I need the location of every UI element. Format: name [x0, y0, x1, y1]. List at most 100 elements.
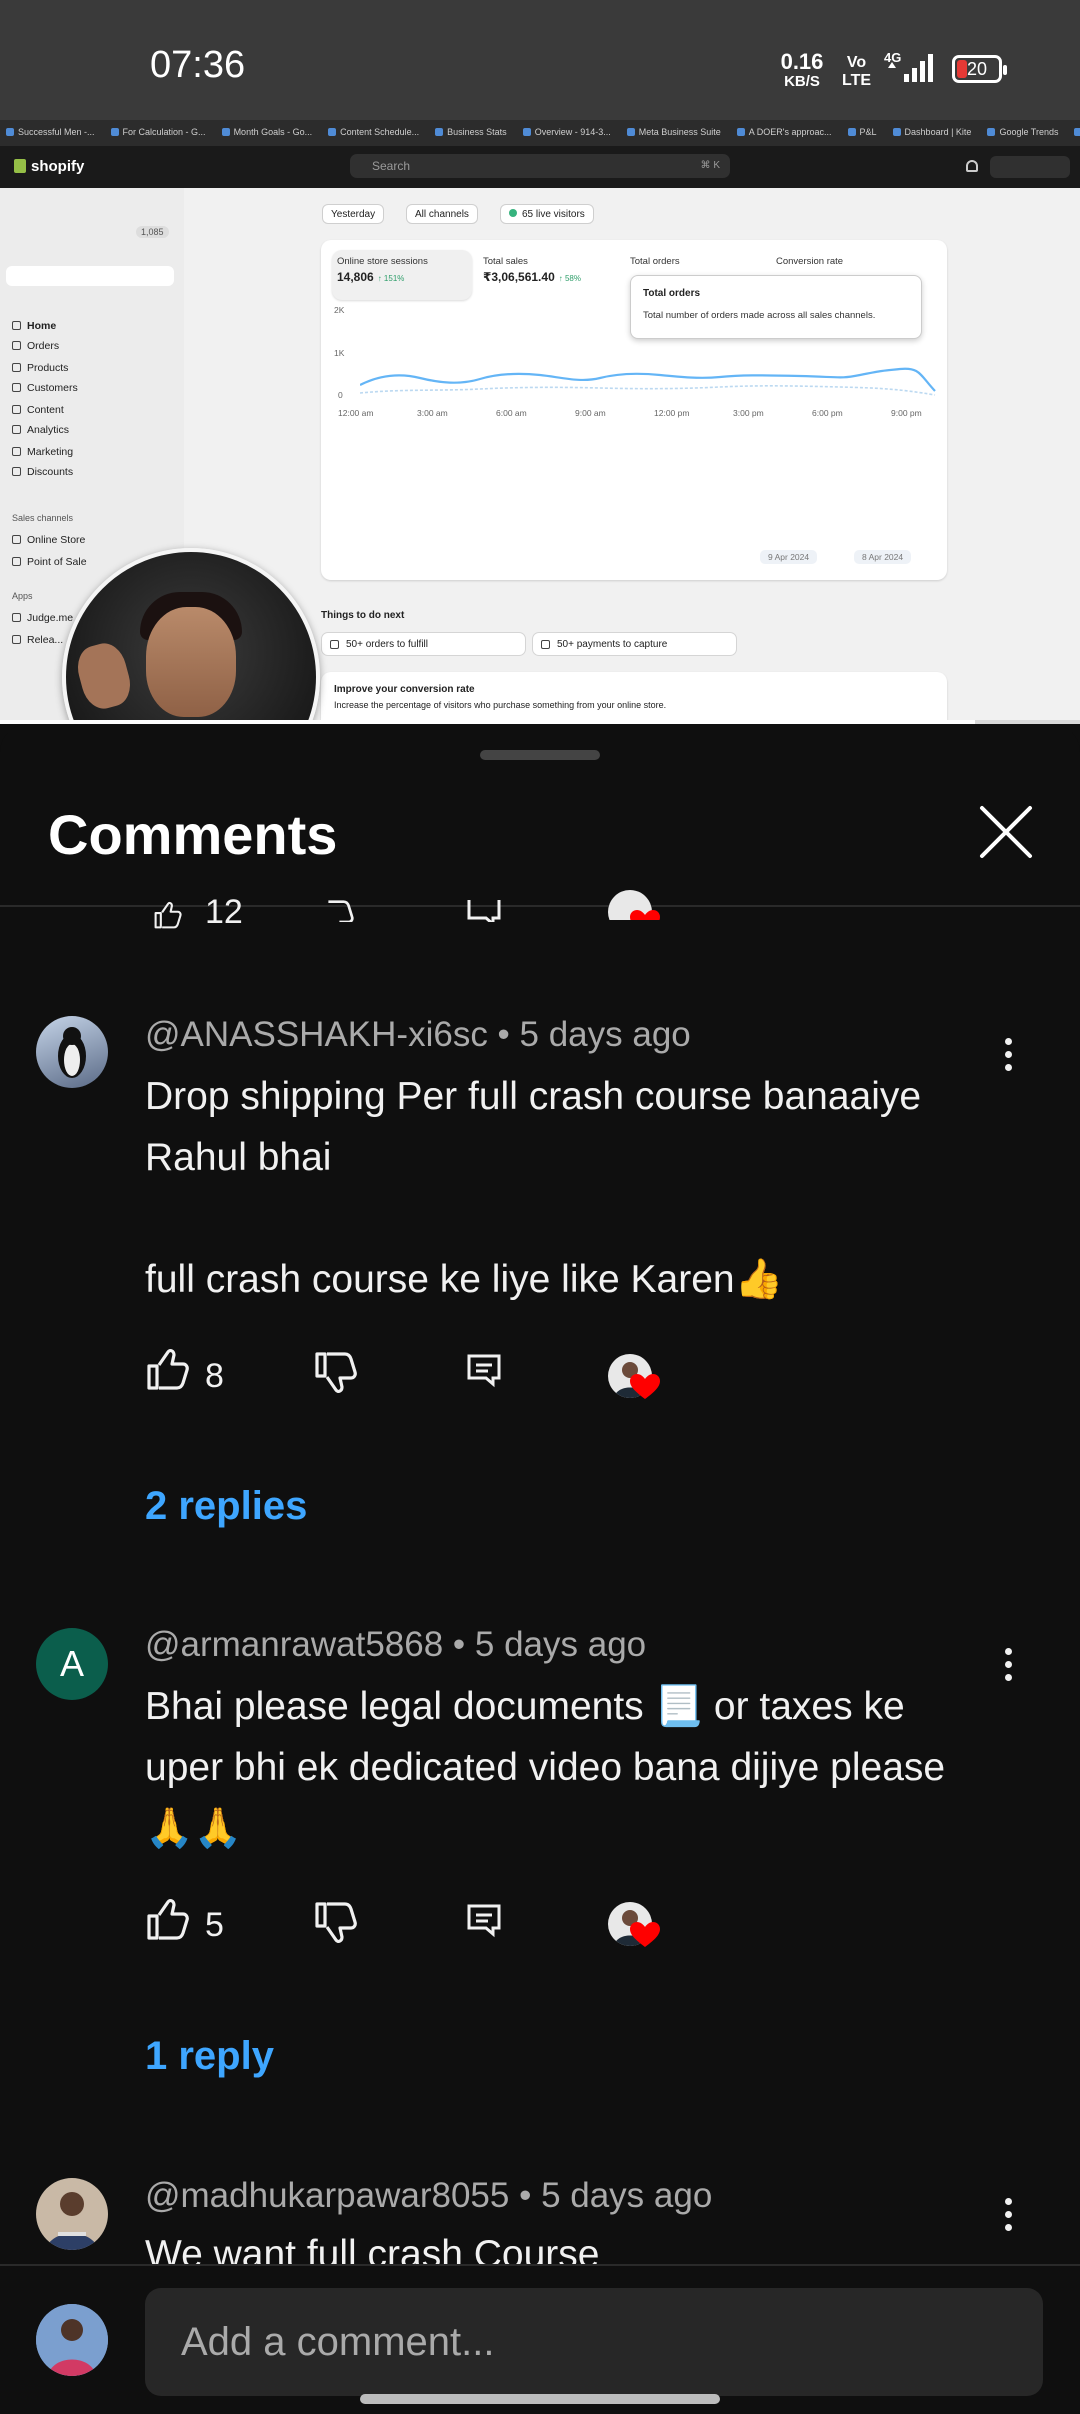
- avatar[interactable]: [36, 1016, 108, 1088]
- comment-composer: Add a comment...: [0, 2264, 1080, 2414]
- comments-title: Comments: [48, 803, 338, 866]
- filter-live-visitors: 65 live visitors: [500, 204, 594, 224]
- x-tick: 12:00 pm: [654, 408, 690, 418]
- reply-icon[interactable]: [466, 1902, 502, 1938]
- dislike-icon[interactable]: [313, 900, 359, 922]
- x-tick: 9:00 am: [575, 408, 606, 418]
- like-count: 12: [205, 893, 243, 931]
- bookmark-item: Business Stats: [435, 127, 507, 137]
- add-comment-input[interactable]: Add a comment...: [145, 2288, 1043, 2396]
- sales-channels-label: Sales channels: [12, 513, 74, 523]
- view-replies-link[interactable]: 2 replies: [145, 1484, 307, 1529]
- legend-current: 9 Apr 2024: [760, 550, 818, 564]
- apps-label: Apps: [12, 591, 33, 601]
- battery-level: 20: [966, 59, 988, 79]
- svg-text:4G: 4G: [884, 50, 901, 65]
- heart-icon: [630, 910, 660, 920]
- dislike-icon[interactable]: [313, 1350, 359, 1396]
- shopify-logo: shopify: [14, 158, 84, 175]
- comment-text: Drop shipping Per full crash course bana…: [145, 1075, 922, 1301]
- like-icon[interactable]: [145, 1346, 191, 1392]
- y-tick: 2K: [334, 305, 345, 315]
- penguin-avatar-icon: [58, 1027, 86, 1078]
- conversion-subtitle: Increase the percentage of visitors who …: [334, 700, 667, 710]
- account-chip: [990, 156, 1070, 178]
- home-indicator[interactable]: [360, 2394, 720, 2404]
- reply-icon[interactable]: [466, 900, 502, 922]
- conversion-card: [321, 672, 947, 724]
- like-icon[interactable]: [145, 900, 191, 930]
- avatar[interactable]: A: [36, 1628, 108, 1700]
- metric-sales-value: ₹3,06,561.40 ↑ 58%: [483, 270, 581, 284]
- video-player[interactable]: Successful Men -... For Calculation - G..…: [0, 120, 1080, 724]
- metric-sales-label: Total sales: [483, 256, 528, 267]
- status-bar: 07:36 0.16 KB/S Vo LTE 4G 20: [0, 0, 1080, 120]
- metric-sessions-value: 14,806 ↑ 151%: [337, 270, 405, 284]
- sidebar-item-home: Home: [12, 320, 56, 332]
- bookmark-item: Meta Business Suite: [627, 127, 721, 137]
- drag-handle[interactable]: [480, 750, 600, 760]
- legend-previous: 8 Apr 2024: [854, 550, 912, 564]
- signal-icon: 4G: [884, 50, 933, 82]
- bookmark-item: Successful Men -...: [6, 127, 95, 137]
- heart-icon: [630, 1374, 660, 1399]
- bookmark-item: All Bookmarks: [1074, 127, 1080, 137]
- bookmark-item: P&L: [848, 127, 877, 137]
- sidebar-app-judge: Judge.me: [12, 612, 73, 624]
- volte-indicator: Vo LTE: [842, 54, 872, 89]
- things-to-do-heading: Things to do next: [321, 610, 405, 621]
- status-time: 07:36: [150, 44, 246, 86]
- shopify-topbar: shopify Search ⌘ K: [0, 146, 1080, 188]
- sidebar-item-products: Products: [12, 362, 68, 374]
- sidebar-item-orders: Orders: [12, 340, 59, 352]
- x-tick: 6:00 am: [496, 408, 527, 418]
- person-avatar-icon: [36, 2304, 108, 2376]
- todo-orders: 50+ orders to fulfill: [321, 632, 526, 656]
- y-tick: 1K: [334, 348, 345, 358]
- comment-text: We want full crash Course: [145, 2233, 600, 2264]
- sidebar-item-discounts: Discounts: [12, 466, 73, 478]
- sidebar-app-release: Relea...: [12, 634, 63, 646]
- filter-yesterday: Yesterday: [322, 204, 385, 224]
- x-tick: 3:00 pm: [733, 408, 764, 418]
- view-replies-link[interactable]: 1 reply: [145, 2034, 274, 2079]
- close-icon[interactable]: [978, 804, 1034, 860]
- metric-tooltip: Total orders Total number of orders made…: [630, 275, 922, 339]
- network-speed: 0.16 KB/S: [780, 49, 824, 91]
- like-count: 5: [205, 1906, 224, 1944]
- comment-author[interactable]: @armanrawat5868 • 5 days ago: [145, 1625, 646, 1665]
- sidebar-item-content: Content: [12, 404, 64, 416]
- sidebar-item-customers: Customers: [12, 382, 78, 394]
- x-tick: 6:00 pm: [812, 408, 843, 418]
- orders-badge: 1,085: [136, 226, 169, 238]
- creator-heart: [608, 1354, 668, 1410]
- sidebar-online-store: Online Store: [12, 534, 85, 546]
- bookmark-item: Overview - 914-3...: [523, 127, 611, 137]
- creator-heart: [608, 1902, 668, 1958]
- metric-conversion-label: Conversion rate: [776, 256, 844, 267]
- bookmark-item: Dashboard | Kite: [893, 127, 972, 137]
- dislike-icon[interactable]: [313, 1900, 359, 1946]
- sessions-line-chart: [360, 367, 936, 396]
- sidebar-point-of-sale: Point of Sale: [12, 556, 87, 568]
- reply-icon[interactable]: [466, 1352, 502, 1388]
- filter-channels: All channels: [406, 204, 478, 224]
- sidebar-item-marketing: Marketing: [12, 446, 73, 458]
- bookmark-item: Content Schedule...: [328, 127, 419, 137]
- x-tick: 3:00 am: [417, 408, 448, 418]
- battery-icon: 20: [952, 55, 1007, 83]
- bookmark-item: For Calculation - G...: [111, 127, 206, 137]
- like-icon[interactable]: [145, 1896, 191, 1942]
- comment-author[interactable]: @ANASSHAKH-xi6sc • 5 days ago: [145, 1015, 691, 1055]
- sidebar-item-analytics: Analytics: [12, 424, 69, 436]
- heart-icon: [630, 1922, 660, 1947]
- current-user-avatar[interactable]: [36, 2304, 108, 2376]
- conversion-title: Improve your conversion rate: [334, 684, 475, 695]
- metric-orders-label: Total orders: [630, 256, 680, 267]
- y-tick: 0: [338, 390, 343, 400]
- shopify-search: Search ⌘ K: [350, 154, 730, 178]
- x-tick: 12:00 am: [338, 408, 374, 418]
- x-tick: 9:00 pm: [891, 408, 922, 418]
- comment-author[interactable]: @madhukarpawar8055 • 5 days ago: [145, 2176, 712, 2216]
- like-count: 8: [205, 1357, 224, 1395]
